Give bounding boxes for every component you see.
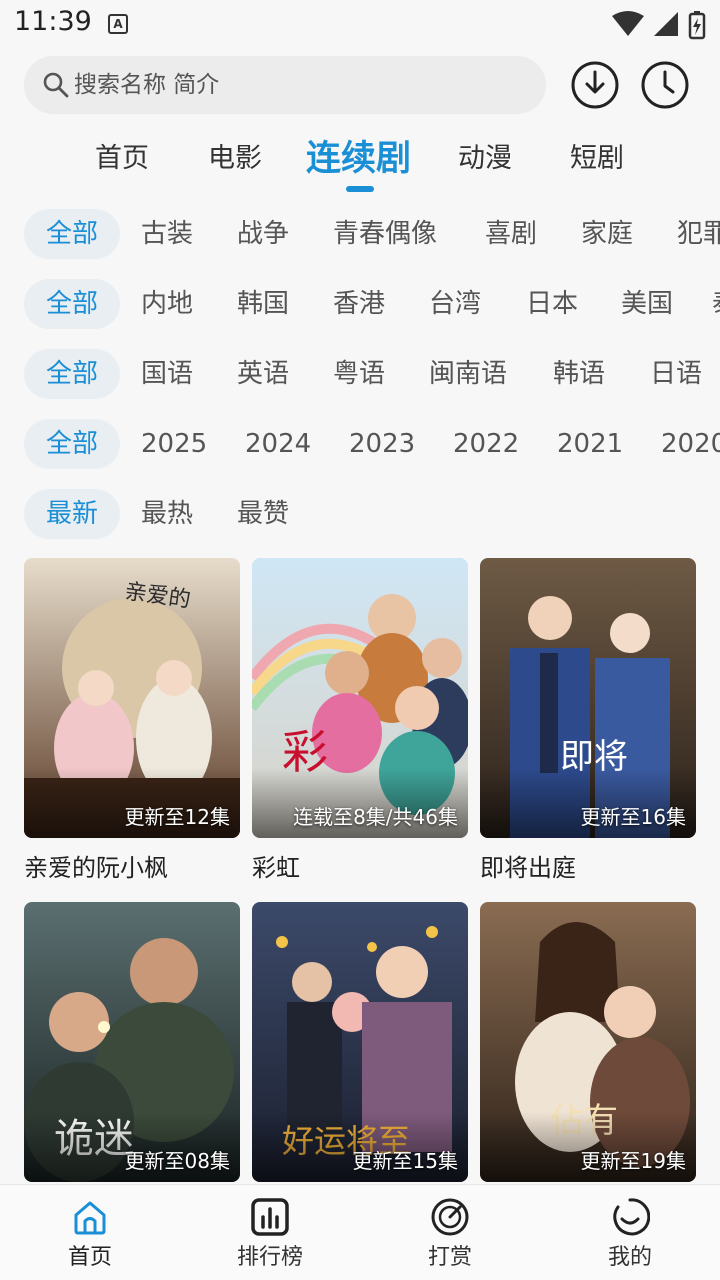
download-icon[interactable] [570,60,620,110]
filter-chip[interactable]: 古装 [141,209,193,259]
filter-chip[interactable]: 日语 [650,349,702,399]
active-tab-indicator [346,186,374,192]
filter-chip[interactable]: 2023 [349,419,415,469]
poster-image: 亲爱的 更新至12集 [24,558,240,838]
cell-signal-icon [654,12,678,36]
filter-chip[interactable]: 全部 [24,419,120,469]
signal-wifi-battery-icons [612,11,706,40]
wifi-icon [612,11,644,36]
filter-chip[interactable]: 韩语 [553,349,605,399]
filter-chip[interactable]: 2020 [661,419,720,469]
series-title: 即将出庭 [480,854,576,882]
episode-badge: 连载至8集/共46集 [293,805,458,829]
filter-chip[interactable]: 韩国 [237,279,289,329]
series-card[interactable]: 好运将至 更新至15集 [252,902,468,1182]
profile-icon [613,1198,650,1236]
filter-chip[interactable]: 喜剧 [485,209,537,259]
nav-home[interactable]: 首页 [30,1185,150,1280]
filter-chip[interactable]: 全部 [24,209,120,259]
filter-chip[interactable]: 香港 [333,279,385,329]
filter-chip[interactable]: 泰 [712,279,720,329]
filter-chip[interactable]: 犯罪 [677,209,720,259]
filter-chip[interactable]: 英语 [237,349,289,399]
tab-anime[interactable]: 动漫 [458,136,512,175]
filter-chip[interactable]: 最新 [24,489,120,539]
episode-badge: 更新至15集 [352,1149,458,1173]
tab-series[interactable]: 连续剧 [306,130,411,181]
poster-image: 佔有 更新至19集 [480,902,696,1182]
filter-row-genre: 全部 古装 战争 青春偶像 喜剧 家庭 犯罪 [0,209,720,261]
nav-label: 我的 [607,1245,652,1270]
filter-row-year: 全部 2025 2024 2023 2022 2021 2020 [0,419,720,471]
status-bar: 11:39 A [0,0,720,50]
nav-profile[interactable]: 我的 [570,1185,690,1280]
accessibility-notification-icon: A [108,14,128,34]
episode-badge: 更新至12集 [124,805,230,829]
series-title: 亲爱的阮小枫 [24,854,168,882]
filter-chip[interactable]: 家庭 [581,209,633,259]
episode-badge: 更新至16集 [580,805,686,829]
poster-image: 即将 更新至16集 [480,558,696,838]
bottom-navigation: 首页 排行榜 打赏 我的 [0,1184,720,1280]
series-title: 彩虹 [252,854,300,882]
filter-chip[interactable]: 2021 [557,419,623,469]
filter-chip[interactable]: 日本 [526,279,578,329]
poster-image: 彩 连载至8集/共46集 [252,558,468,838]
filter-chip[interactable]: 青春偶像 [333,209,437,259]
poster-image: 诡迷 更新至08集 [24,902,240,1182]
reward-icon [431,1198,469,1236]
tab-home[interactable]: 首页 [95,136,149,175]
poster-image: 好运将至 更新至15集 [252,902,468,1182]
series-card[interactable]: 佔有 更新至19集 [480,902,696,1182]
filter-chip[interactable]: 战争 [237,209,289,259]
filter-chip[interactable]: 台湾 [429,279,481,329]
filter-row-sort: 最新 最热 最赞 [0,489,720,541]
filter-chip[interactable]: 粤语 [333,349,385,399]
tab-movies[interactable]: 电影 [208,136,262,175]
nav-reward[interactable]: 打赏 [390,1185,510,1280]
series-card[interactable]: 亲爱的 更新至12集 亲爱的阮小枫 [24,558,240,883]
nav-label: 首页 [67,1245,112,1270]
filter-row-language: 全部 国语 英语 粤语 闽南语 韩语 日语 [0,349,720,401]
tab-short-drama[interactable]: 短剧 [570,136,624,175]
filter-chip[interactable]: 2025 [141,419,207,469]
episode-badge: 更新至08集 [124,1149,230,1173]
search-icon [43,72,69,98]
filter-chip[interactable]: 全部 [24,349,120,399]
filter-chip[interactable]: 最赞 [237,489,289,539]
filter-chip[interactable]: 全部 [24,279,120,329]
filter-chip[interactable]: 美国 [621,279,673,329]
nav-ranking[interactable]: 排行榜 [210,1185,330,1280]
search-input[interactable] [74,64,524,106]
filter-chip[interactable]: 2022 [453,419,519,469]
ranking-icon [251,1198,289,1236]
filter-chip[interactable]: 闽南语 [429,349,507,399]
episode-badge: 更新至19集 [580,1149,686,1173]
series-card[interactable]: 即将 更新至16集 即将出庭 [480,558,696,883]
filter-chip[interactable]: 内地 [141,279,193,329]
series-card[interactable]: 彩 连载至8集/共46集 彩虹 [252,558,468,883]
filter-row-region: 全部 内地 韩国 香港 台湾 日本 美国 泰 [0,279,720,331]
history-clock-icon[interactable] [640,60,690,110]
nav-label: 排行榜 [236,1245,303,1270]
series-card[interactable]: 诡迷 更新至08集 [24,902,240,1182]
status-time: 11:39 [14,6,92,37]
filter-chip[interactable]: 国语 [141,349,193,399]
search-bar[interactable] [24,56,546,114]
home-icon [74,1201,106,1235]
category-tabs: 首页 电影 连续剧 动漫 短剧 [0,126,720,196]
filter-chip[interactable]: 2024 [245,419,311,469]
filter-chip[interactable]: 最热 [141,489,193,539]
nav-label: 打赏 [427,1245,472,1270]
